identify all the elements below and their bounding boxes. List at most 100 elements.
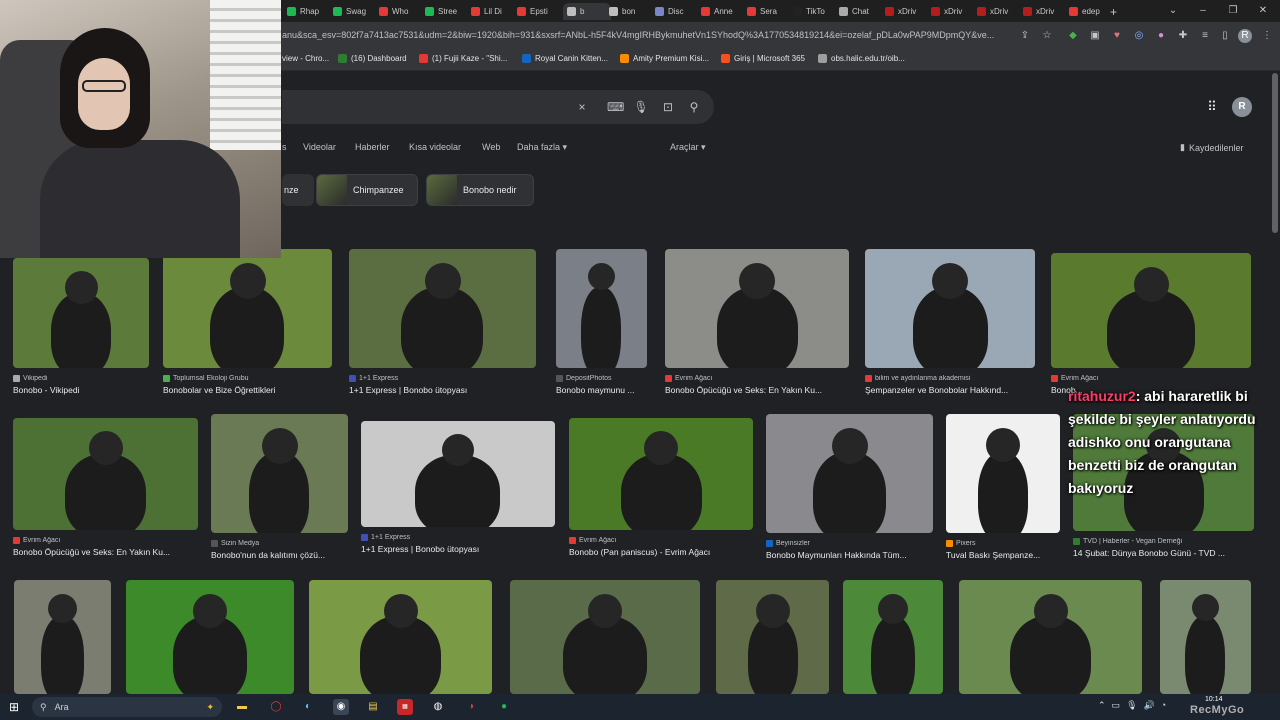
bookmark-star-icon[interactable]: ☆ xyxy=(1040,29,1054,43)
extension-icon[interactable]: ◆ xyxy=(1066,29,1080,43)
result-title[interactable]: 14 Şubat: Dünya Bonobo Günü - TVD ... xyxy=(1073,548,1254,558)
spotify-icon[interactable]: ● xyxy=(496,699,512,715)
result-thumbnail[interactable] xyxy=(14,580,111,694)
result-thumbnail[interactable] xyxy=(126,580,294,694)
image-result[interactable]: Sizin Medya Bonobo'nun da kalıtımı çözü..… xyxy=(211,414,348,560)
chevron-up-icon[interactable]: ⌃ xyxy=(1098,700,1106,711)
lens-camera-icon[interactable]: ⊡ xyxy=(660,99,676,115)
result-title[interactable]: Bonobo maymunu ... xyxy=(556,385,647,395)
result-source[interactable]: Pixers xyxy=(946,540,1060,547)
result-thumbnail[interactable] xyxy=(843,580,943,694)
result-thumbnail[interactable] xyxy=(556,249,647,368)
browser-tab[interactable]: Chat xyxy=(839,3,879,20)
bookmark-item[interactable]: Royal Canin Kitten... xyxy=(522,54,608,63)
browser-tab[interactable]: xDriv xyxy=(931,3,971,20)
extension-icon[interactable]: ♥ xyxy=(1110,29,1124,43)
browser-tab[interactable]: b xyxy=(563,3,611,20)
bookmark-item[interactable]: Amity Premium Kisi... xyxy=(620,54,709,63)
sidebar-icon[interactable]: ▯ xyxy=(1218,29,1232,43)
result-thumbnail[interactable] xyxy=(13,258,149,368)
profile-icon[interactable]: R xyxy=(1238,29,1252,43)
windows-start-icon[interactable]: ⊞ xyxy=(9,700,23,714)
result-title[interactable]: Şempanzeler ve Bonobolar Hakkınd... xyxy=(865,385,1035,395)
result-thumbnail[interactable] xyxy=(865,249,1035,368)
result-source[interactable]: Evrim Ağacı xyxy=(665,375,849,382)
result-thumbnail[interactable] xyxy=(1160,580,1251,694)
browser-tab[interactable]: xDriv xyxy=(885,3,925,20)
search-tab[interactable]: Web xyxy=(482,142,500,152)
app-icon[interactable]: ◑ xyxy=(463,699,479,715)
result-thumbnail[interactable] xyxy=(211,414,348,533)
result-thumbnail[interactable] xyxy=(163,249,332,368)
result-title[interactable]: Bonobo'nun da kalıtımı çözü... xyxy=(211,550,348,560)
browser-tab[interactable]: Swag xyxy=(333,3,373,20)
result-thumbnail[interactable] xyxy=(349,249,536,368)
result-source[interactable]: Evrim Ağacı xyxy=(13,537,198,544)
edge-icon[interactable]: ◐ xyxy=(300,699,316,715)
tab-search-icon[interactable]: ⌄ xyxy=(1166,4,1180,18)
opera-icon[interactable]: ◯ xyxy=(268,699,284,715)
browser-tab[interactable]: Who xyxy=(379,3,419,20)
image-result[interactable]: Evrim Ağacı Bonobo (Pan paniscus) - Evrim… xyxy=(569,418,753,557)
result-title[interactable]: Bonobo Maymunları Hakkında Tüm... xyxy=(766,550,933,560)
menu-icon[interactable]: ⋮ xyxy=(1260,29,1274,43)
browser-tab[interactable]: bon xyxy=(609,3,649,20)
extension-icon[interactable]: ● xyxy=(1154,29,1168,43)
clear-icon[interactable]: × xyxy=(574,99,590,115)
search-tab[interactable]: Haberler xyxy=(355,142,390,152)
result-title[interactable]: 1+1 Express | Bonobo ütopyası xyxy=(349,385,536,395)
result-thumbnail[interactable] xyxy=(1051,253,1251,368)
result-source[interactable]: Toplumsal Ekoloji Grubu xyxy=(163,375,332,382)
image-result[interactable]: bilim ve aydınlanma akademisi Şempanzeler… xyxy=(865,249,1035,395)
result-title[interactable]: Bonobo Öpücüğü ve Seks: En Yakın Ku... xyxy=(665,385,849,395)
result-thumbnail[interactable] xyxy=(569,418,753,530)
result-source[interactable]: Evrim Ağacı xyxy=(569,537,753,544)
file-explorer-icon[interactable]: ▬ xyxy=(234,699,250,715)
keyboard-icon[interactable]: ⌨ xyxy=(607,99,624,115)
browser-tab[interactable]: Anne xyxy=(701,3,741,20)
browser-tab[interactable]: TikTo xyxy=(793,3,833,20)
clock[interactable]: 10:14 xyxy=(1205,696,1223,703)
result-title[interactable]: Bonobolar ve Bize Öğrettikleri xyxy=(163,385,332,395)
image-result[interactable]: DepositPhotos Bonobo maymunu ... xyxy=(556,249,647,395)
browser-tab[interactable]: xDriv xyxy=(977,3,1017,20)
search-icon[interactable]: ⚲ xyxy=(686,99,702,115)
search-tab[interactable]: Kısa videolar xyxy=(409,142,461,152)
related-search-chip[interactable]: nze xyxy=(282,174,314,206)
image-result[interactable]: Evrim Ağacı Bonobo Öpücüğü ve Seks: En Ya… xyxy=(13,418,198,557)
image-result[interactable] xyxy=(14,580,111,694)
volume-icon[interactable]: 🔊 xyxy=(1144,700,1155,711)
app-icon[interactable]: ▦ xyxy=(397,699,413,715)
image-result[interactable] xyxy=(1160,580,1251,694)
image-result[interactable]: Pixers Tuval Baskı Şempanze... xyxy=(946,414,1060,560)
result-title[interactable]: Bonobo (Pan paniscus) - Evrim Ağacı xyxy=(569,547,753,557)
bookmark-item[interactable]: Giriş | Microsoft 365 xyxy=(721,54,805,63)
bookmark-item[interactable]: obs.halic.edu.tr/oib... xyxy=(818,54,905,63)
result-source[interactable]: TVD | Haberler - Vegan Derneği xyxy=(1073,538,1254,545)
puzzle-icon[interactable]: ✚ xyxy=(1176,29,1190,43)
result-source[interactable]: DepositPhotos xyxy=(556,375,647,382)
page-scrollbar[interactable] xyxy=(1272,73,1278,233)
browser-tab[interactable]: xDriv xyxy=(1023,3,1063,20)
avatar[interactable]: R xyxy=(1232,97,1252,117)
result-title[interactable]: Tuval Baskı Şempanze... xyxy=(946,550,1060,560)
address-bar[interactable]: anu&sca_esv=802f7a7413ac7531&udm=2&biw=1… xyxy=(282,30,1012,40)
taskbar-search[interactable]: ⚲ Ara ✦ xyxy=(32,697,222,717)
related-search-chip[interactable]: Chimpanzee xyxy=(316,174,418,206)
microphone-icon[interactable]: 🎙 xyxy=(1126,700,1137,711)
image-result[interactable] xyxy=(959,580,1142,694)
minimize-icon[interactable]: – xyxy=(1196,4,1210,18)
result-thumbnail[interactable] xyxy=(959,580,1142,694)
apps-grid-icon[interactable]: ⠿ xyxy=(1205,100,1219,114)
browser-tab[interactable]: edep xyxy=(1069,3,1109,20)
result-source[interactable]: 1+1 Express xyxy=(361,534,555,541)
share-icon[interactable]: ⇪ xyxy=(1018,29,1032,43)
result-source[interactable]: Sizin Medya xyxy=(211,540,348,547)
result-title[interactable]: Bonobo Öpücüğü ve Seks: En Yakın Ku... xyxy=(13,547,198,557)
saved-button[interactable]: ▮ Kaydedilenler xyxy=(1180,142,1244,153)
image-result[interactable]: Toplumsal Ekoloji Grubu Bonobolar ve Bize… xyxy=(163,249,332,395)
search-tab[interactable]: s xyxy=(282,142,287,152)
bookmark-item[interactable]: (1) Fujii Kaze - "Shi... xyxy=(419,54,507,63)
result-thumbnail[interactable] xyxy=(946,414,1060,533)
browser-tab[interactable]: Rhap xyxy=(287,3,327,20)
